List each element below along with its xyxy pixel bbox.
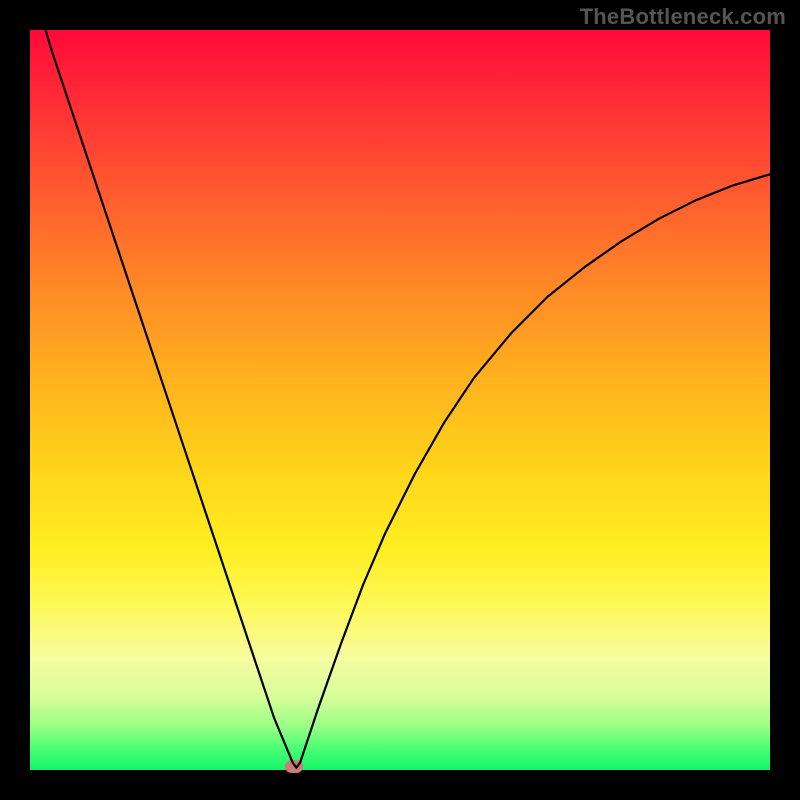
bottleneck-marker (285, 760, 303, 773)
chart-frame: TheBottleneck.com (0, 0, 800, 800)
watermark-text: TheBottleneck.com (580, 4, 786, 30)
gradient-plot-background (30, 30, 770, 770)
